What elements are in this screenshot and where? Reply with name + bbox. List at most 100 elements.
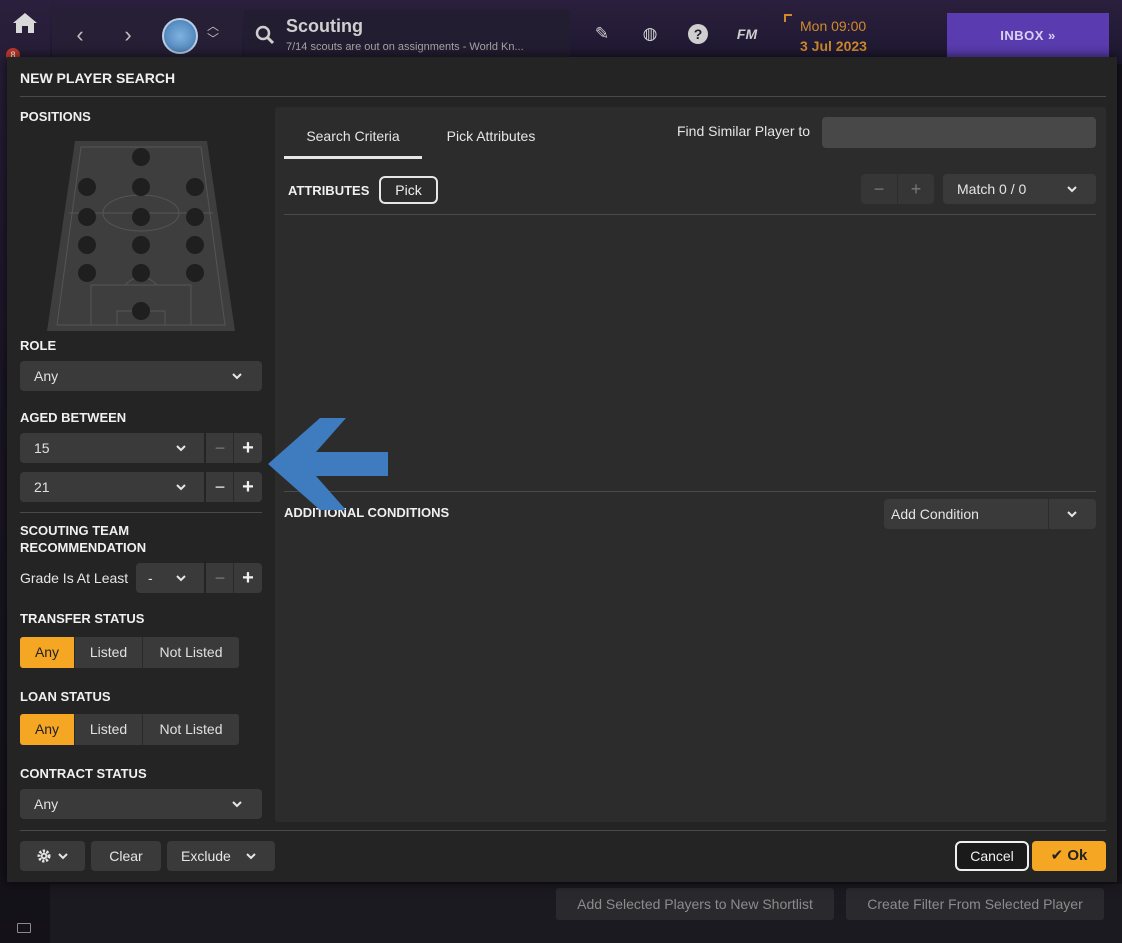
transfer-status-label: TRANSFER STATUS xyxy=(20,611,145,626)
age-min-decrement-button[interactable]: − xyxy=(206,433,234,463)
transfer-not-listed-button[interactable]: Not Listed xyxy=(143,637,239,668)
loan-status-toggle: Any Listed Not Listed xyxy=(20,714,239,745)
match-increment-button[interactable]: + xyxy=(898,174,934,204)
position-wbr xyxy=(186,236,204,254)
navigation-panel: ‹ › ︿ ﹀ xyxy=(52,10,242,62)
match-decrement-button[interactable]: − xyxy=(861,174,897,204)
chevron-down-icon xyxy=(58,853,68,860)
grade-stepper: − + xyxy=(206,563,262,593)
club-crest-icon[interactable] xyxy=(162,18,198,54)
position-dl xyxy=(78,264,96,282)
grade-decrement-button[interactable]: − xyxy=(206,563,234,593)
transfer-status-toggle: Any Listed Not Listed xyxy=(20,637,239,668)
transfer-listed-button[interactable]: Listed xyxy=(75,637,143,668)
scouting-recommendation-label-1: SCOUTING TEAM xyxy=(20,523,130,538)
position-dm xyxy=(132,236,150,254)
attributes-list-area xyxy=(284,217,1096,491)
attributes-divider xyxy=(284,214,1096,215)
page-title-panel: Scouting 7/14 scouts are out on assignme… xyxy=(244,10,570,62)
create-filter-button[interactable]: Create Filter From Selected Player xyxy=(846,888,1104,920)
attributes-label: ATTRIBUTES xyxy=(288,183,370,198)
grade-dropdown[interactable]: - xyxy=(136,563,204,593)
contract-status-value: Any xyxy=(34,796,59,812)
criteria-panel: Search Criteria Pick Attributes Find Sim… xyxy=(275,107,1106,822)
conditions-divider xyxy=(284,491,1096,492)
page-title: Scouting xyxy=(286,16,363,36)
role-label: ROLE xyxy=(20,338,57,353)
age-min-stepper: − + xyxy=(206,433,262,463)
globe-icon[interactable]: ◍ xyxy=(638,22,662,46)
ok-button[interactable]: ✔ Ok xyxy=(1032,841,1106,871)
chevron-down-icon xyxy=(1067,511,1077,518)
pick-attributes-button[interactable]: Pick xyxy=(379,176,438,204)
inbox-button[interactable]: INBOX » xyxy=(947,13,1109,58)
contract-status-label: CONTRACT STATUS xyxy=(20,766,147,781)
add-to-shortlist-button[interactable]: Add Selected Players to New Shortlist xyxy=(556,888,834,920)
club-switch-chevrons-icon[interactable]: ︿ ﹀ xyxy=(206,20,220,50)
search-icon[interactable] xyxy=(254,24,276,46)
age-max-decrement-button[interactable]: − xyxy=(206,472,234,502)
find-similar-input[interactable] xyxy=(822,117,1096,148)
loan-listed-button[interactable]: Listed xyxy=(75,714,143,745)
age-min-dropdown[interactable]: 15 xyxy=(20,433,204,463)
section-divider xyxy=(20,512,262,513)
tab-pick-attributes[interactable]: Pick Attributes xyxy=(431,119,551,159)
match-value: Match 0 / 0 xyxy=(957,181,1027,197)
tab-search-criteria[interactable]: Search Criteria xyxy=(284,119,422,159)
positions-label: POSITIONS xyxy=(20,109,91,124)
contract-status-dropdown[interactable]: Any xyxy=(20,789,262,819)
pencil-icon[interactable]: ✎ xyxy=(590,22,614,46)
age-max-increment-button[interactable]: + xyxy=(234,472,262,502)
role-dropdown[interactable]: Any xyxy=(20,361,262,391)
loan-status-label: LOAN STATUS xyxy=(20,689,111,704)
loan-not-listed-button[interactable]: Not Listed xyxy=(143,714,239,745)
chevron-down-icon xyxy=(176,445,186,452)
chevron-down-icon xyxy=(246,853,256,860)
age-min-increment-button[interactable]: + xyxy=(234,433,262,463)
aged-between-label: AGED BETWEEN xyxy=(20,410,127,425)
position-wbl xyxy=(78,236,96,254)
date-display[interactable]: Mon 09:00 3 Jul 2023 xyxy=(784,14,914,58)
clear-button[interactable]: Clear xyxy=(91,841,161,871)
position-aml xyxy=(78,178,96,196)
position-mr xyxy=(186,208,204,226)
position-gk xyxy=(132,302,150,320)
chevron-down-icon xyxy=(232,801,242,808)
age-max-dropdown[interactable]: 21 xyxy=(20,472,204,502)
fm-logo-icon[interactable]: FM xyxy=(732,22,762,46)
role-value: Any xyxy=(34,368,59,384)
grade-label: Grade Is At Least xyxy=(20,570,129,586)
position-amr xyxy=(186,178,204,196)
settings-dropdown[interactable] xyxy=(20,841,85,871)
grade-value: - xyxy=(148,570,153,586)
back-arrow-icon[interactable]: ‹ xyxy=(70,24,90,46)
exclude-dropdown[interactable]: Exclude xyxy=(167,841,275,871)
keyboard-icon[interactable] xyxy=(17,923,31,933)
chevron-down-icon xyxy=(232,373,242,380)
transfer-any-button[interactable]: Any xyxy=(20,637,75,668)
title-divider xyxy=(20,96,1106,97)
chevron-down-icon xyxy=(176,575,186,582)
position-pitch[interactable] xyxy=(47,141,235,331)
add-condition-button[interactable]: Add Condition xyxy=(884,499,1048,529)
chevron-down-icon xyxy=(176,484,186,491)
find-similar-label: Find Similar Player to xyxy=(677,123,811,139)
annotation-arrow-icon xyxy=(268,418,388,510)
match-dropdown[interactable]: Match 0 / 0 xyxy=(943,174,1096,204)
cancel-button[interactable]: Cancel xyxy=(955,841,1029,871)
forward-arrow-icon[interactable]: › xyxy=(118,24,138,46)
home-icon[interactable] xyxy=(10,10,40,36)
help-icon[interactable]: ? xyxy=(686,22,710,46)
footer-divider xyxy=(20,830,1106,831)
new-player-search-dialog: NEW PLAYER SEARCH POSITIONS ROLE Any AGE… xyxy=(7,57,1117,882)
position-st xyxy=(132,148,150,166)
grade-increment-button[interactable]: + xyxy=(234,563,262,593)
loan-any-button[interactable]: Any xyxy=(20,714,75,745)
position-dc xyxy=(132,264,150,282)
date-corner-decoration xyxy=(784,14,792,22)
add-condition-dropdown-toggle[interactable] xyxy=(1049,499,1096,529)
position-dr xyxy=(186,264,204,282)
page-subtitle: 7/14 scouts are out on assignments - Wor… xyxy=(286,41,524,53)
age-max-stepper: − + xyxy=(206,472,262,502)
position-ml xyxy=(78,208,96,226)
